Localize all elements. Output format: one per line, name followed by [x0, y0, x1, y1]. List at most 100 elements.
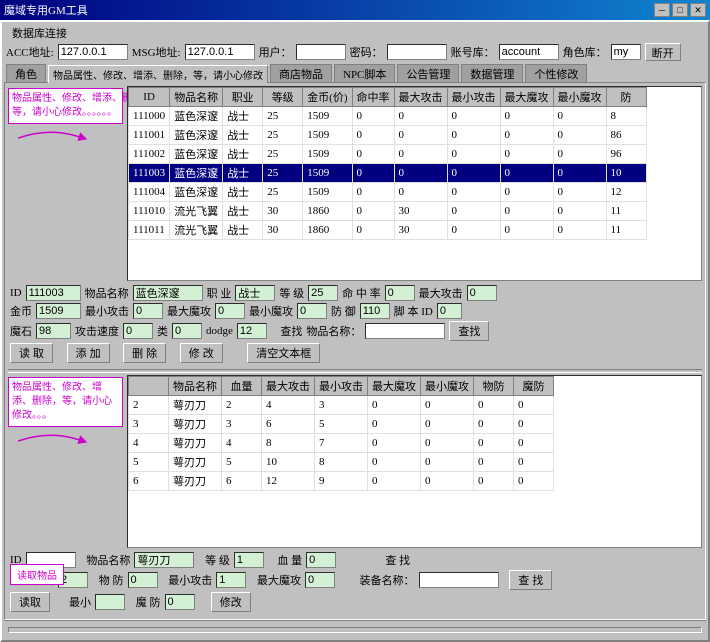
lower-col-maxatk: 最大攻击	[262, 377, 315, 396]
upper-table-row[interactable]: 111003蓝色深邃战士2515090000010	[129, 164, 647, 183]
col-minmagic: 最小魔攻	[553, 88, 606, 107]
lower-hp-input[interactable]	[306, 552, 336, 568]
form-name-input[interactable]	[133, 285, 203, 301]
read-button[interactable]: 读 取	[10, 343, 53, 363]
lower-minmagic-input[interactable]	[95, 594, 125, 610]
form-def-input[interactable]	[360, 303, 390, 319]
form-maxmagic-input[interactable]	[215, 303, 245, 319]
search-button[interactable]: 查找	[449, 321, 489, 341]
lower-minmagic-label: 最小	[69, 594, 91, 610]
lower-section: 物品属性、修改、增添、删除，等，请小心修改。。。	[8, 375, 702, 616]
lower-maxmagic-input[interactable]	[305, 572, 335, 588]
lower-def-input[interactable]	[128, 572, 158, 588]
pwd-label: 密码：	[350, 44, 383, 60]
tab-role[interactable]: 角色	[6, 64, 46, 82]
menu-bar: 数据库连接	[4, 24, 706, 42]
pwd-input[interactable]	[387, 44, 447, 60]
title-bar: 魔域专用GM工具 ─ □ ✕	[0, 0, 710, 20]
upper-table-row[interactable]: 111001蓝色深邃战士2515090000086	[129, 126, 647, 145]
db-label: 账号库：	[451, 44, 495, 60]
lower-col-num	[129, 377, 169, 396]
lower-annotation-box: 物品属性、修改、增添、删除，等，请小心修改。。。	[8, 377, 123, 427]
form-level-label: 等 级	[279, 285, 304, 301]
upper-table-row[interactable]: 111002蓝色深邃战士2515090000096	[129, 145, 647, 164]
lower-minatk-input[interactable]	[216, 572, 246, 588]
lower-maxmagic-label: 最大魔攻	[257, 572, 301, 588]
upper-table-row[interactable]: 111010流光飞翼战士30186003000011	[129, 202, 647, 221]
form-gold-input[interactable]	[36, 303, 81, 319]
form-minmagic-input[interactable]	[297, 303, 327, 319]
tab-personal[interactable]: 个性修改	[525, 64, 587, 82]
clear-button[interactable]: 清空文本框	[247, 343, 320, 363]
delete-button[interactable]: 删 除	[123, 343, 166, 363]
form-search-input[interactable]	[365, 323, 445, 339]
form-dodge-input[interactable]	[237, 323, 267, 339]
form-minmagic-label: 最小魔攻	[249, 303, 293, 319]
modify-button[interactable]: 修 改	[180, 343, 223, 363]
lower-table-row[interactable]: 6萼刃刀61290000	[129, 472, 554, 491]
form-id-label: ID	[10, 287, 22, 299]
form-foot-input[interactable]	[437, 303, 462, 319]
add-button[interactable]: 添 加	[67, 343, 110, 363]
window-title: 魔域专用GM工具	[4, 2, 88, 18]
lower-table-row[interactable]: 2萼刃刀2430000	[129, 396, 554, 415]
lower-hp-label: 血 量	[277, 552, 302, 568]
annotation-arrow-upper	[18, 128, 88, 148]
lower-annotation-text1: 物品属性、修改、增添、删除，等，请小心修改。。。	[12, 381, 119, 423]
user-input[interactable]	[296, 44, 346, 60]
lower-search-button[interactable]: 查 找	[509, 570, 552, 590]
tab-notice[interactable]: 公告管理	[397, 64, 459, 82]
user-label: 用户：	[259, 44, 292, 60]
tab-data[interactable]: 数据管理	[461, 64, 523, 82]
tab-shop[interactable]: 商店物品	[270, 64, 332, 82]
msg-input[interactable]	[185, 44, 255, 60]
upper-edit-form: ID 物品名称 职 业 等 级 命 中 率 最大攻击 金币 最小攻击 最大魔攻	[8, 283, 702, 367]
lower-id-input[interactable]	[26, 552, 76, 568]
form-job-label: 职 业	[207, 285, 232, 301]
lower-mdef-label: 魔 防	[136, 594, 161, 610]
role-input[interactable]	[611, 44, 641, 60]
lower-mdef-input[interactable]	[165, 594, 195, 610]
disconnect-button[interactable]: 断开	[645, 43, 681, 61]
lower-table-row[interactable]: 3萼刃刀3650000	[129, 415, 554, 434]
upper-table-row[interactable]: 111004蓝色深邃战士2515090000012	[129, 183, 647, 202]
lower-table-row[interactable]: 4萼刃刀4870000	[129, 434, 554, 453]
lower-level-input[interactable]	[234, 552, 264, 568]
form-maxatk-input[interactable]	[467, 285, 497, 301]
col-maxatk: 最大攻击	[394, 88, 447, 107]
acc-input[interactable]	[58, 44, 128, 60]
form-minatk-input[interactable]	[133, 303, 163, 319]
close-button[interactable]: ✕	[690, 3, 706, 17]
maximize-button[interactable]: □	[672, 3, 688, 17]
lower-read-button[interactable]: 读取	[10, 592, 50, 612]
lower-col-maxmagic: 最大魔攻	[368, 377, 421, 396]
form-stone-input[interactable]	[36, 323, 71, 339]
window-controls: ─ □ ✕	[654, 3, 706, 17]
lower-modify-button[interactable]: 修改	[211, 592, 251, 612]
lower-maxatk-input[interactable]	[58, 572, 88, 588]
tab-npc[interactable]: NPC脚本	[334, 64, 395, 82]
lower-minatk-label: 最小攻击	[168, 572, 212, 588]
upper-table-row[interactable]: 111000蓝色深邃战士251509000008	[129, 107, 647, 126]
menu-database[interactable]: 数据库连接	[6, 24, 73, 42]
form-id-input[interactable]	[26, 285, 81, 301]
horizontal-divider	[8, 369, 702, 373]
form-job-input[interactable]	[235, 285, 275, 301]
lower-name-input[interactable]	[134, 552, 194, 568]
lower-table-row[interactable]: 5萼刃刀51080000	[129, 453, 554, 472]
lower-equip-input[interactable]	[419, 572, 499, 588]
form-level-input[interactable]	[308, 285, 338, 301]
tab-items[interactable]: 物品属性、修改、增添、删除，等，请小心修改。。。。。。	[48, 65, 268, 83]
form-hit-input[interactable]	[385, 285, 415, 301]
form-speed-input[interactable]	[123, 323, 153, 339]
col-name: 物品名称	[170, 88, 223, 107]
form-type-label: 类	[157, 323, 168, 339]
upper-table-row[interactable]: 111011流光飞翼战士30186003000011	[129, 221, 647, 240]
form-foot-label: 脚 本 ID	[394, 303, 433, 319]
form-type-input[interactable]	[172, 323, 202, 339]
minimize-button[interactable]: ─	[654, 3, 670, 17]
form-minatk-label: 最小攻击	[85, 303, 129, 319]
db-input[interactable]	[499, 44, 559, 60]
lower-col-minmagic: 最小魔攻	[421, 377, 474, 396]
lower-maxatk-label: 最大攻击	[10, 572, 54, 588]
